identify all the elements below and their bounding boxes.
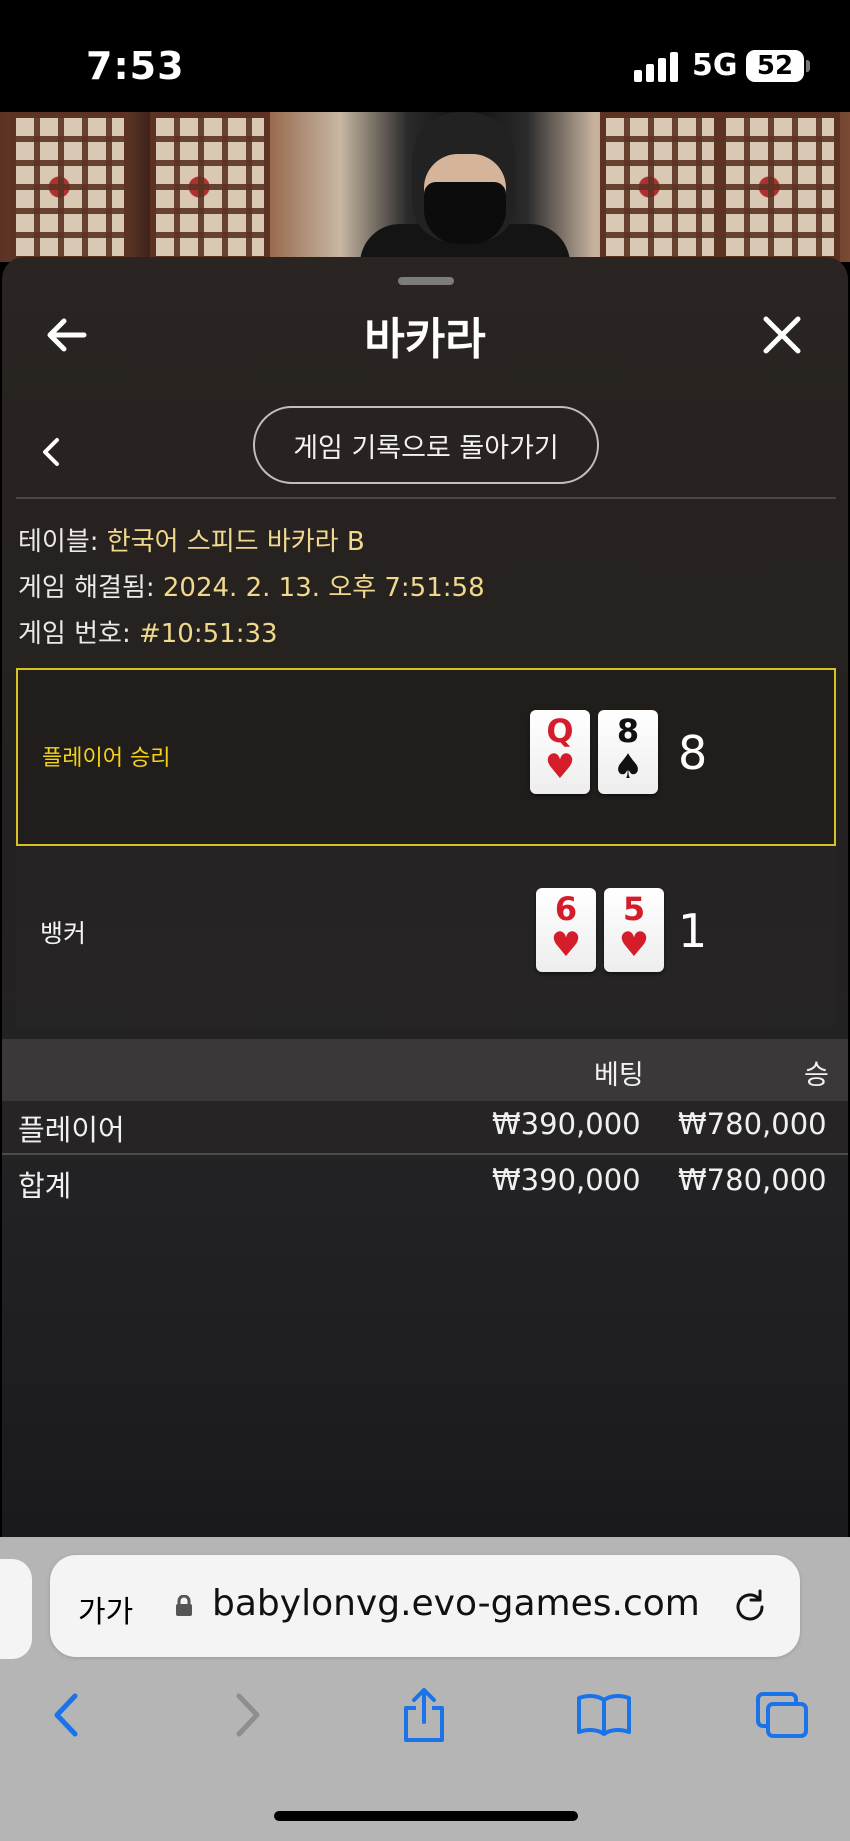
previous-tab-peek[interactable] <box>0 1559 32 1659</box>
browser-back-icon[interactable] <box>34 1683 98 1747</box>
dealer-mask <box>424 182 506 244</box>
playing-card: 5 ♥ <box>604 888 664 972</box>
playing-card: 8 ♠ <box>598 710 658 794</box>
win-amount: ₩780,000 <box>678 1163 827 1197</box>
player-result-label: 플레이어 승리 <box>42 746 171 771</box>
lattice-screen <box>720 112 840 262</box>
card-rank: 6 <box>554 890 578 928</box>
table-info: 테이블: 한국어 스피드 바카라 B <box>18 521 365 558</box>
browser-forward-icon[interactable] <box>216 1683 280 1747</box>
lattice-screen <box>600 112 720 262</box>
bet-column-header: 베팅 <box>594 1060 644 1091</box>
tabs-icon[interactable] <box>750 1683 814 1747</box>
url-text[interactable]: babylonvg.evo-games.com <box>212 1583 700 1624</box>
card-suit: ♠ <box>612 747 644 787</box>
player-result: 플레이어 승리 Q ♥ 8 ♠ 8 <box>16 668 836 846</box>
lock-icon <box>174 1594 194 1616</box>
battery-tip <box>806 60 810 72</box>
bookmarks-icon[interactable] <box>572 1683 636 1747</box>
card-suit: ♥ <box>544 747 576 787</box>
table-value: 한국어 스피드 바카라 B <box>106 527 365 557</box>
resolved-label: 게임 해결됨: <box>18 573 155 603</box>
lattice-screen <box>10 112 130 262</box>
chevron-left-icon[interactable] <box>30 427 72 477</box>
table-row: 합계 ₩390,000 ₩780,000 <box>2 1157 848 1211</box>
game-detail-panel: 바카라 게임 기록으로 돌아가기 테이블: 한국어 스피드 바카라 B 게임 해… <box>2 257 848 1537</box>
bet-name: 플레이어 <box>18 1113 125 1147</box>
card-rank: Q <box>546 712 574 750</box>
status-time: 7:53 <box>86 44 185 88</box>
table-row: 플레이어 ₩390,000 ₩780,000 <box>2 1101 848 1155</box>
card-suit: ♥ <box>550 925 582 965</box>
win-amount: ₩780,000 <box>678 1107 827 1141</box>
back-to-history-button[interactable]: 게임 기록으로 돌아가기 <box>253 406 599 484</box>
reload-icon[interactable] <box>730 1587 770 1627</box>
browser-toolbar: 가가 babylonvg.evo-games.com <box>0 1537 850 1841</box>
status-bar: 7:53 5G 52 <box>0 0 850 112</box>
network-type: 5G <box>692 48 738 83</box>
player-score: 8 <box>678 726 708 780</box>
panel-title: 바카라 <box>364 314 486 365</box>
address-bar[interactable]: 가가 babylonvg.evo-games.com <box>50 1555 800 1657</box>
game-number-info: 게임 번호: #10:51:33 <box>18 613 278 650</box>
card-rank: 5 <box>622 890 646 928</box>
bets-table-header: 베팅 승 <box>2 1039 848 1101</box>
banker-result: 뱅커 6 ♥ 5 ♥ 1 <box>16 848 836 1026</box>
home-indicator[interactable] <box>274 1811 578 1821</box>
resolved-info: 게임 해결됨: 2024. 2. 13. 오후 7:51:58 <box>18 567 485 604</box>
bet-name: 합계 <box>18 1169 72 1203</box>
resolved-value: 2024. 2. 13. 오후 7:51:58 <box>162 573 485 603</box>
bet-amount: ₩390,000 <box>492 1163 641 1197</box>
battery-icon: 52 <box>746 50 804 82</box>
banker-result-label: 뱅커 <box>40 919 87 948</box>
close-icon[interactable] <box>754 307 810 363</box>
bet-amount: ₩390,000 <box>492 1107 641 1141</box>
game-number-value: #10:51:33 <box>138 619 278 649</box>
card-rank: 8 <box>616 712 640 750</box>
divider <box>16 497 836 499</box>
lattice-screen <box>150 112 270 262</box>
game-number-label: 게임 번호: <box>18 619 131 649</box>
banker-score: 1 <box>678 904 708 958</box>
share-icon[interactable] <box>392 1683 456 1747</box>
card-suit: ♥ <box>618 925 650 965</box>
text-size-button[interactable]: 가가 <box>78 1587 133 1631</box>
playing-card: Q ♥ <box>530 710 590 794</box>
live-video-background <box>0 112 850 262</box>
signal-icon <box>634 52 680 82</box>
sheet-grabber[interactable] <box>398 277 454 285</box>
table-label: 테이블: <box>18 527 99 557</box>
win-column-header: 승 <box>804 1060 829 1091</box>
playing-card: 6 ♥ <box>536 888 596 972</box>
